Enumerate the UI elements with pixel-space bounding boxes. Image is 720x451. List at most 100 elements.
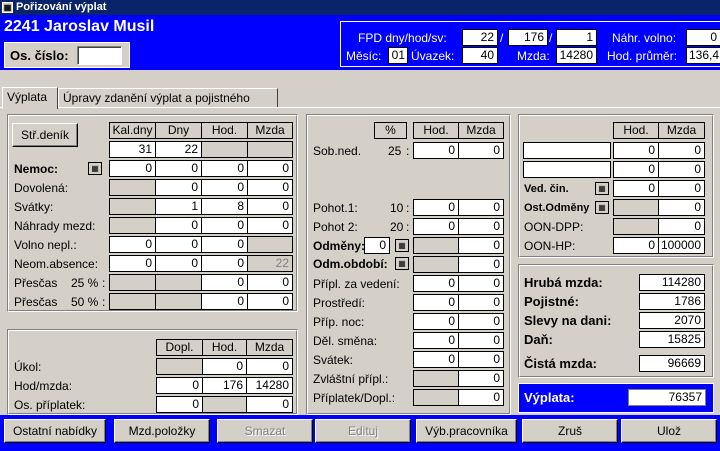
bl-row-cell[interactable]: 0 <box>246 358 293 375</box>
odmeny-calc-icon[interactable]: ▦ <box>395 239 409 252</box>
vyber-pracovnika-button[interactable]: Výb.pracovníka <box>416 419 517 443</box>
mzda-label: Mzda: <box>517 49 550 63</box>
left-row-cell[interactable]: 0 <box>155 236 202 253</box>
mid-row-mzda[interactable]: 0 <box>458 351 504 368</box>
left-row-cell[interactable]: 0 <box>201 274 248 291</box>
bl-row-cell[interactable]: 0 <box>202 358 247 375</box>
kal-dny-total[interactable]: 31 <box>109 141 156 158</box>
right-row-mzda[interactable]: 0 <box>658 180 705 197</box>
left-row-cell[interactable]: 0 <box>247 217 293 234</box>
left-row-cell[interactable]: 0 <box>155 160 202 177</box>
mzdove-polozky-button[interactable]: Mzd.položky <box>114 419 210 443</box>
mid-row-hod[interactable]: 0 <box>413 351 459 368</box>
window-titlebar[interactable]: ▦ Pořizování výplat <box>0 0 720 15</box>
right-row-mzda[interactable]: 0 <box>658 142 705 159</box>
pohot-hod[interactable]: 0 <box>413 218 459 235</box>
left-row-cell[interactable]: 8 <box>201 198 248 215</box>
zrus-button[interactable]: Zruš <box>522 419 618 443</box>
mid-row-hod[interactable]: 0 <box>413 294 459 311</box>
pohot-hod[interactable]: 0 <box>413 199 459 216</box>
left-row-cell[interactable]: 0 <box>247 179 293 196</box>
mzda-field[interactable]: 14280 <box>556 47 597 64</box>
uloz-button[interactable]: Ulož <box>621 419 717 443</box>
fpd-sv-field[interactable]: 1 <box>556 29 597 46</box>
tab-upravy[interactable]: Úpravy zdanění výplat a pojistného <box>58 88 278 108</box>
right-row-hod[interactable]: 0 <box>613 161 659 178</box>
left-row-cell[interactable]: 0 <box>201 160 248 177</box>
fpd-hours-field[interactable]: 176 <box>508 29 548 46</box>
left-row-cell[interactable]: 0 <box>109 236 156 253</box>
mid-row-hod[interactable]: 0 <box>413 275 459 292</box>
left-row-cell[interactable]: 0 <box>155 217 202 234</box>
right-row-mzda[interactable]: 0 <box>658 218 705 235</box>
right-row-hod[interactable]: 0 <box>613 180 659 197</box>
left-row-cell[interactable]: 0 <box>247 160 293 177</box>
right-row-mzda[interactable]: 100000 <box>658 237 705 254</box>
summary-pojistne-field[interactable]: 1786 <box>639 293 705 310</box>
month-field[interactable]: 01 <box>388 47 408 64</box>
summary-cista-field[interactable]: 96669 <box>639 355 705 372</box>
mid-row-hod[interactable]: 0 <box>413 332 459 349</box>
vyplata-field[interactable]: 76357 <box>628 389 706 406</box>
mid-row-mzda[interactable]: 0 <box>458 313 504 330</box>
summary-dan-field[interactable]: 15825 <box>639 331 705 348</box>
sob-ned-hod[interactable]: 0 <box>413 142 459 159</box>
right-row-mzda[interactable]: 0 <box>658 199 705 216</box>
right-row-input[interactable] <box>523 142 611 159</box>
mid-row-mzda[interactable]: 0 <box>458 370 504 387</box>
odm-obdobi-calc-icon[interactable]: ▦ <box>395 257 409 270</box>
ostatni-nabidky-button[interactable]: Ostatní nabídky <box>4 419 106 443</box>
tab-vyplata[interactable]: Výplata <box>2 87 58 109</box>
left-row-cell[interactable]: 0 <box>247 198 293 215</box>
ost-odmeny-calc-icon[interactable]: ▦ <box>595 201 609 214</box>
right-row-hod[interactable]: 0 <box>613 237 659 254</box>
left-row-cell[interactable]: 0 <box>155 179 202 196</box>
left-row-cell[interactable]: 0 <box>201 236 248 253</box>
left-row-cell[interactable]: 0 <box>109 255 156 272</box>
mid-row-hod[interactable]: 0 <box>413 313 459 330</box>
dny-total[interactable]: 22 <box>155 141 202 158</box>
hod-prumer-field[interactable]: 136,4 <box>686 47 720 64</box>
bl-row-cell[interactable]: 0 <box>156 396 203 413</box>
stredisko-denik-button[interactable]: Stř.deník <box>12 123 78 147</box>
right-row-input[interactable] <box>523 161 611 178</box>
pohot-mzda[interactable]: 0 <box>458 199 504 216</box>
summary-slevy-field[interactable]: 2070 <box>639 312 705 329</box>
left-row-cell[interactable]: 0 <box>247 293 293 310</box>
summary-hruba-field[interactable]: 114280 <box>639 274 705 291</box>
mzda-total <box>247 141 293 158</box>
odmeny-field[interactable]: 0 <box>364 237 390 254</box>
nahr-volno-field[interactable]: 0 <box>686 29 720 46</box>
right-row-hod[interactable]: 0 <box>613 142 659 159</box>
bl-row-cell[interactable]: 0 <box>246 396 293 413</box>
left-row-cell[interactable]: 0 <box>109 160 156 177</box>
bl-row-cell[interactable]: 14280 <box>246 377 293 394</box>
odmeny-mzda[interactable]: 0 <box>458 237 504 254</box>
uvazek-field[interactable]: 40 <box>462 47 498 64</box>
left-row-cell[interactable]: 0 <box>201 179 248 196</box>
bl-row-cell[interactable]: 176 <box>202 377 247 394</box>
left-row-cell[interactable]: 0 <box>155 255 202 272</box>
edituj-button[interactable]: Edituj <box>315 419 411 443</box>
mid-row-mzda[interactable]: 0 <box>458 389 504 406</box>
odm-obdobi-mzda[interactable]: 0 <box>458 256 504 273</box>
left-row-cell[interactable]: 0 <box>247 274 293 291</box>
left-row-cell[interactable]: 0 <box>201 217 248 234</box>
smazat-button[interactable]: Smazat <box>217 419 313 443</box>
left-row-cell[interactable]: 0 <box>201 255 248 272</box>
mid-row-mzda[interactable]: 0 <box>458 275 504 292</box>
mid-row-mzda[interactable]: 0 <box>458 294 504 311</box>
nemoc-calc-icon[interactable]: ▦ <box>88 162 102 175</box>
odmeny-label: Odměny: <box>313 239 366 253</box>
mid-row-mzda[interactable]: 0 <box>458 332 504 349</box>
ved-cin-calc-icon[interactable]: ▦ <box>595 182 609 195</box>
odm-obdobi-label: Odm.období: <box>313 257 388 271</box>
os-cislo-input[interactable] <box>77 46 122 65</box>
right-row-mzda[interactable]: 0 <box>658 161 705 178</box>
pohot-mzda[interactable]: 0 <box>458 218 504 235</box>
sob-ned-mzda[interactable]: 0 <box>458 142 504 159</box>
bl-row-cell[interactable]: 0 <box>156 377 203 394</box>
left-row-cell[interactable]: 1 <box>155 198 202 215</box>
fpd-days-field[interactable]: 22 <box>462 29 498 46</box>
left-row-cell[interactable]: 0 <box>201 293 248 310</box>
